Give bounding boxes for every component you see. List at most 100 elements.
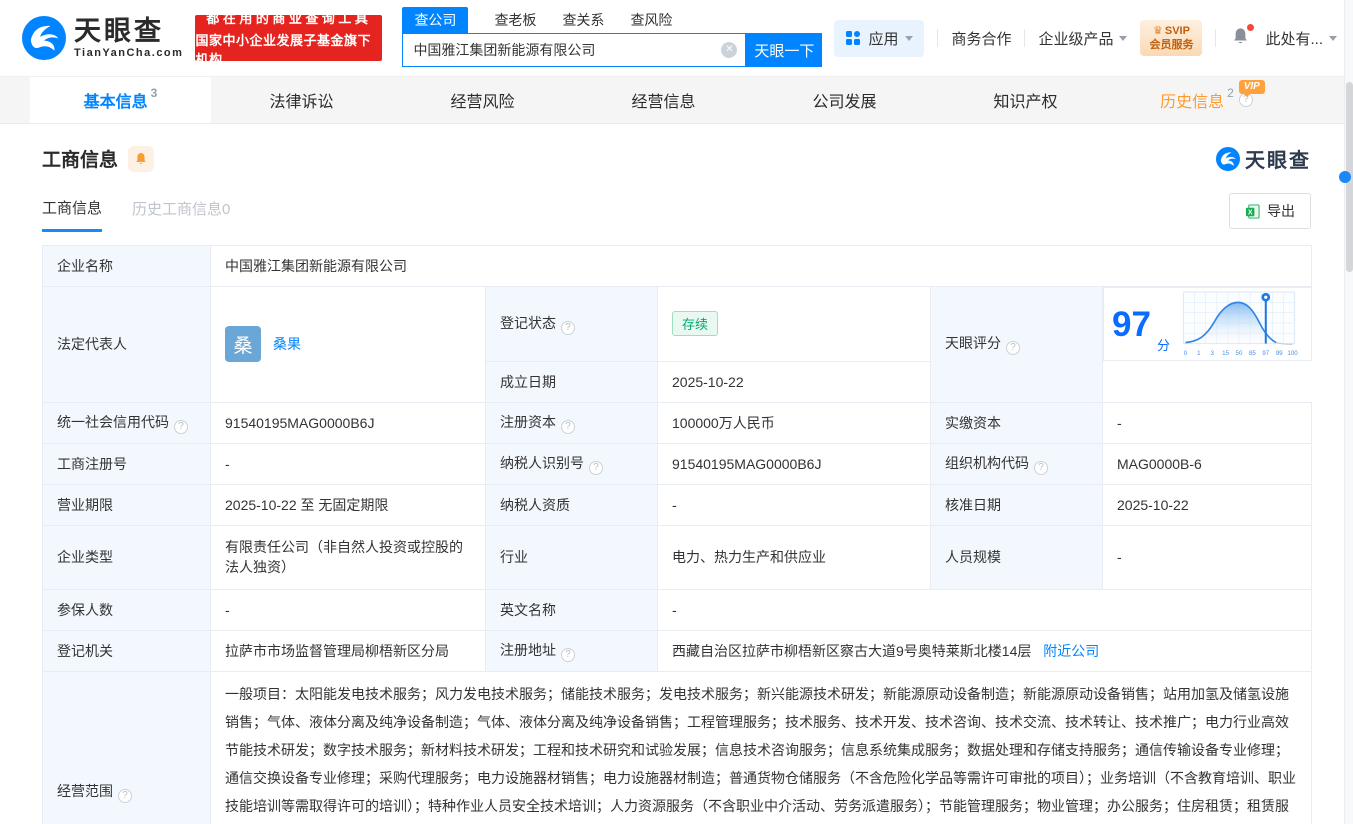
menu-enterprise-products[interactable]: 企业级产品 <box>1038 28 1128 49</box>
chevron-down-icon <box>1119 35 1128 41</box>
help-icon[interactable]: ? <box>1034 460 1048 475</box>
floating-side-widget[interactable] <box>1339 171 1351 183</box>
score-axis-ticks: 0 1 3 15 50 85 97 99 100 <box>1184 350 1298 357</box>
tab-operating-risk[interactable]: 经营风险 <box>392 77 573 123</box>
export-button[interactable]: X 导出 <box>1229 193 1311 229</box>
apps-grid-icon <box>846 31 861 45</box>
search-tab-relation[interactable]: 查关系 <box>562 10 604 33</box>
main-content: 工商信息 天眼查 工商信息 历史工商信息0 X 导出 企业名称 中国雅江集团新能… <box>0 144 1353 824</box>
apps-button[interactable]: 应用 <box>834 19 925 57</box>
score-unit: 分 <box>1156 338 1170 353</box>
tab-intellectual-property[interactable]: 知识产权 <box>935 77 1116 123</box>
help-icon[interactable]: ? <box>1006 341 1020 356</box>
export-label: 导出 <box>1267 203 1295 219</box>
crown-icon: ♛ <box>1153 24 1163 37</box>
account-menu[interactable]: 此处有... <box>1265 28 1337 49</box>
taxpayer-qualification-label: 纳税人资质 <box>485 483 658 526</box>
brand-domain: TianYanCha.com <box>74 46 184 59</box>
credit-code-value: 91540195MAG0000B6J <box>210 401 486 444</box>
reg-capital-label-text: 注册资本 <box>500 413 556 430</box>
svg-text:3: 3 <box>1210 350 1214 357</box>
help-icon[interactable]: ? <box>174 419 188 434</box>
insured-count-label: 参保人数 <box>42 588 211 631</box>
svg-text:85: 85 <box>1249 350 1256 357</box>
svg-text:50: 50 <box>1236 350 1243 357</box>
insured-count-value: - <box>210 588 486 631</box>
nearby-companies-link[interactable]: 附近公司 <box>1043 643 1099 659</box>
tianyancha-logo[interactable]: 天眼查 TianYanCha.com <box>22 16 183 60</box>
help-icon[interactable]: ? <box>561 320 575 335</box>
subscribe-bell-button[interactable] <box>128 145 155 172</box>
bell-icon <box>136 152 146 164</box>
svg-text:99: 99 <box>1276 350 1283 357</box>
org-code-value: MAG0000B-6 <box>1101 442 1313 485</box>
scrollbar[interactable] <box>1344 0 1353 824</box>
notification-bell-button[interactable] <box>1229 23 1255 52</box>
search-tab-risk[interactable]: 查风险 <box>630 10 672 33</box>
chevron-down-icon <box>1329 35 1337 41</box>
address-label: 注册地址? <box>485 629 658 672</box>
staff-size-label: 人员规模 <box>930 524 1103 590</box>
tab-basic-info[interactable]: 基本信息 3 <box>30 77 211 123</box>
industry-value: 电力、热力生产和供应业 <box>657 524 931 590</box>
business-scope-text: 一般项目：太阳能发电技术服务；风力发电技术服务；储能技术服务；发电技术服务；新兴… <box>225 685 1296 814</box>
business-info-table: 企业名称 中国雅江集团新能源有限公司 法定代表人 桑 桑果 登记状态? 存续 天… <box>42 245 1313 824</box>
divider <box>937 29 939 47</box>
legal-rep-label: 法定代表人 <box>42 286 211 403</box>
business-scope-label-text: 经营范围 <box>57 782 113 799</box>
search-button[interactable]: 天眼一下 <box>746 33 823 67</box>
score-cell[interactable]: 97 分 0 1 3 15 50 85 97 99 100 <box>1103 287 1312 361</box>
slogan-line1: 都在用的商业查询工具 <box>206 11 372 26</box>
credit-code-label-text: 统一社会信用代码 <box>57 413 169 430</box>
business-term-value: 2025-10-22 至 无固定期限 <box>210 483 486 526</box>
slogan-line2: 国家中小企业发展子基金旗下机构 <box>195 33 371 67</box>
reg-capital-label: 注册资本? <box>485 401 658 444</box>
company-name-value: 中国雅江集团新能源有限公司 <box>209 245 1313 287</box>
table-row: 法定代表人 桑 桑果 登记状态? 存续 天眼评分? 97 分 0 1 3 15 … <box>42 286 1312 403</box>
search-tab-boss[interactable]: 查老板 <box>494 10 536 33</box>
tab-company-development[interactable]: 公司发展 <box>754 77 935 123</box>
score-distribution-chart: 0 1 3 15 50 85 97 99 100 <box>1182 291 1298 357</box>
menu-cooperation[interactable]: 商务合作 <box>951 28 1011 49</box>
paid-capital-value: - <box>1101 401 1313 444</box>
table-row: 登记机关 拉萨市市场监督管理局柳梧新区分局 注册地址? 西藏自治区拉萨市柳梧新区… <box>42 629 1313 672</box>
company-nav-tabs: 基本信息 3 法律诉讼 经营风险 经营信息 公司发展 知识产权 历史信息 2 ?… <box>0 76 1353 124</box>
address-cell: 西藏自治区拉萨市柳梧新区察古大道9号奥特莱斯北楼14层 附近公司 <box>656 629 1313 672</box>
subtab-business-info[interactable]: 工商信息 <box>42 197 103 232</box>
tab-legal-proceedings-label: 法律诉讼 <box>269 94 334 111</box>
tab-operating-info[interactable]: 经营信息 <box>573 77 754 123</box>
subtab-history-business-info[interactable]: 历史工商信息0 <box>132 198 230 230</box>
tianyancha-watermark: 天眼查 <box>1216 144 1311 173</box>
english-name-value: - <box>656 588 1313 631</box>
table-row: 企业类型 有限责任公司（非自然人投资或控股的法人独资） 行业 电力、热力生产和供… <box>42 524 1313 590</box>
reg-authority-value: 拉萨市市场监督管理局柳梧新区分局 <box>210 629 486 672</box>
business-scope-label: 经营范围? <box>42 670 211 824</box>
org-code-label: 组织机构代码? <box>930 442 1103 485</box>
brand-name: 天眼查 <box>74 15 164 46</box>
search-input[interactable] <box>403 34 746 66</box>
score-value: 97 <box>1112 304 1151 344</box>
help-icon[interactable]: ? <box>118 788 132 803</box>
table-row: 统一社会信用代码? 91540195MAG0000B6J 注册资本? 10000… <box>42 401 1313 444</box>
taxpayer-id-value: 91540195MAG0000B6J <box>657 442 931 485</box>
status-badge: 存续 <box>672 311 719 337</box>
establish-date-value: 2025-10-22 <box>657 360 931 403</box>
reg-no-value: - <box>210 442 486 485</box>
section-title: 工商信息 <box>42 150 119 171</box>
taxpayer-qualification-value: - <box>657 483 931 526</box>
staff-size-value: - <box>1101 524 1313 590</box>
help-icon[interactable]: ? <box>561 647 575 662</box>
svip-member-button[interactable]: ♛ SVIP 会员服务 <box>1140 19 1203 57</box>
reg-capital-value: 100000万人民币 <box>657 401 931 444</box>
tab-legal-proceedings[interactable]: 法律诉讼 <box>211 77 392 123</box>
tab-history-info-label: 历史信息 <box>1160 94 1225 111</box>
help-icon[interactable]: ? <box>589 460 603 475</box>
tab-history-info[interactable]: 历史信息 2 ? VIP <box>1116 77 1297 123</box>
table-row: 企业名称 中国雅江集团新能源有限公司 <box>42 245 1313 287</box>
search-tab-company[interactable]: 查公司 <box>402 7 469 33</box>
legal-rep-link[interactable]: 桑果 <box>273 334 301 354</box>
page-header: 天眼查 TianYanCha.com 都在用的商业查询工具 国家中小企业发展子基… <box>0 0 1353 76</box>
business-term-label: 营业期限 <box>42 483 211 526</box>
table-row: 工商注册号 - 纳税人识别号? 91540195MAG0000B6J 组织机构代… <box>42 442 1313 485</box>
help-icon[interactable]: ? <box>561 419 575 434</box>
